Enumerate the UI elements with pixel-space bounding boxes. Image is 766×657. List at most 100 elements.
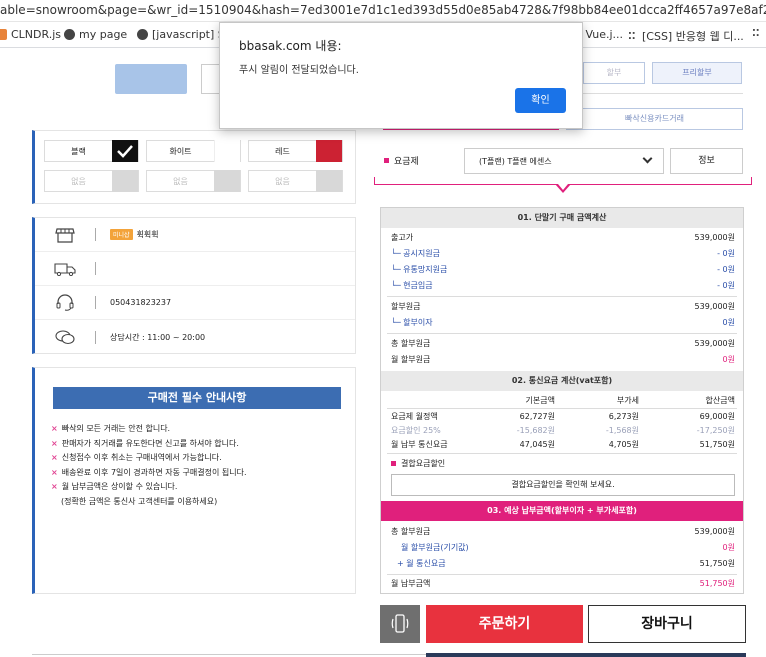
top-blue-button[interactable] <box>115 64 187 94</box>
color-label: 화이트 <box>169 146 192 156</box>
row-key: 월 할부원금(기기값) <box>401 542 469 552</box>
row-value: 539,000원 <box>694 338 735 348</box>
row-key: 총 할부원금 <box>391 338 431 348</box>
row-cash-deposit: └─ 현금입금 - 0원 <box>391 278 735 292</box>
dialog-ok-button[interactable]: 확인 <box>515 88 566 113</box>
separator <box>95 330 96 344</box>
row-monthly-principal: 월 할부원금 0원 <box>391 352 735 366</box>
seller-hours-row: 상담시간 : 11:00 ~ 20:00 <box>35 320 355 354</box>
notice-item: × 신청접수 이후 취소는 구매내역에서 가능합니다. <box>51 451 247 466</box>
store-icon <box>35 227 95 243</box>
fee-cell: -15,682원 <box>516 426 555 435</box>
dialog-message: 푸시 알림이 전달되었습니다. <box>239 65 359 76</box>
fee-cell: 월 납부 통신요금 <box>391 440 448 449</box>
row-value: 539,000원 <box>694 301 735 311</box>
color-label: 블랙 <box>71 146 86 156</box>
bookmark-css[interactable]: ⁚⁚ [CSS] 반응형 웹 디... <box>628 28 744 44</box>
color-swatch <box>316 140 342 162</box>
row-monthly-fee: + 월 통신요금 51,750원 <box>391 556 735 570</box>
color-label: 없음 <box>71 176 86 186</box>
color-option-black[interactable]: 블랙 <box>44 140 139 162</box>
tab-lump-sum[interactable]: 프리할부 <box>652 62 742 84</box>
section-fee-title: 02. 통신요금 계산(vat포함) <box>381 371 743 391</box>
phone-icon <box>391 614 409 633</box>
bookmark-label: CLNDR.js <box>11 28 62 41</box>
row-value: 51,750원 <box>699 558 735 568</box>
dots-icon: ⁚⁚ <box>628 30 636 42</box>
color-swatch <box>316 170 342 192</box>
bookmark-label: my page <box>79 28 128 41</box>
github-icon <box>64 29 75 40</box>
price-calculator: 01. 단말기 구매 금액계산 출고가 539,000원 └─ 공시지원금 - … <box>380 207 744 594</box>
chat-bubble-icon <box>35 329 95 345</box>
plan-info-button[interactable]: 정보 <box>670 148 743 174</box>
headset-icon <box>35 293 95 312</box>
seller-info-panel: 미니샵 휙휙휙 050431823237 상담시간 : 11:00 ~ 20:0… <box>32 217 356 354</box>
tab-installment[interactable]: 할부 <box>583 62 645 84</box>
bookmark-vue[interactable]: - Vue.j... <box>578 28 623 41</box>
x-mark-icon: × <box>51 424 58 433</box>
fee-header-cell: 기본금액 <box>525 396 555 405</box>
check-icon <box>112 140 138 162</box>
bookmark-icon <box>0 29 7 40</box>
separator <box>95 228 96 241</box>
fee-row: 요금할인 25% -15,682원 -1,568원 -17,250원 <box>391 423 735 437</box>
notice-title: 구매전 필수 안내사항 <box>53 387 341 409</box>
plan-label: 요금제 <box>384 154 419 167</box>
plan-select[interactable]: (T플랜) T플랜 에센스 <box>464 148 664 174</box>
section-expected-payment-title: 03. 예상 납부금액(할부이자 + 부가세포함) <box>381 501 743 521</box>
notice-item: × 월 납부금액은 상이할 수 있습니다. <box>51 480 247 495</box>
plan-label-text: 요금제 <box>394 157 419 167</box>
combo-discount-button[interactable]: 결합요금할인을 확인해 보세요. <box>391 474 735 496</box>
notice-text: 빠삭의 모든 거래는 안전 합니다. <box>61 424 171 433</box>
row-key: └─ 현금입금 <box>391 280 433 290</box>
phone-button[interactable] <box>380 605 420 643</box>
row-installment-principal: 할부원금 539,000원 <box>391 299 735 313</box>
truck-icon <box>35 262 95 276</box>
minishop-badge: 미니샵 <box>110 229 133 240</box>
address-bar[interactable]: able=snowroom&page=&wr_id=1510904&hash=7… <box>0 0 766 22</box>
fee-header-row: 기본금액 부가세 합산금액 <box>391 393 735 407</box>
fee-row: 월 납부 통신요금 47,045원 4,705원 51,750원 <box>391 437 735 451</box>
color-option-red[interactable]: 레드 <box>248 140 343 162</box>
fee-cell: 4,705원 <box>608 440 639 449</box>
chevron-down-icon <box>642 153 653 164</box>
bullet-icon <box>391 461 396 466</box>
bookmark-more[interactable]: ⁚⁚ <box>752 28 762 39</box>
order-button[interactable]: 주문하기 <box>426 605 583 643</box>
notice-text: 월 납부금액은 상이할 수 있습니다. <box>61 482 178 491</box>
color-option-white[interactable]: 화이트 <box>146 140 241 162</box>
row-key: 할부원금 <box>391 301 421 311</box>
seller-shop-row: 미니샵 휙휙휙 <box>35 218 355 252</box>
row-value: 51,750원 <box>699 578 735 588</box>
tab-card[interactable]: 빠삭신용카드거래 <box>566 108 743 130</box>
row-release-price: 출고가 539,000원 <box>391 230 735 244</box>
cart-button[interactable]: 장바구니 <box>588 605 746 643</box>
fee-cell: 69,000원 <box>699 412 735 421</box>
row-key: └─ 유통망지원금 <box>391 264 448 274</box>
row-value: 0원 <box>722 354 735 364</box>
x-mark-icon: × <box>51 453 58 462</box>
dialog-ok-label: 확인 <box>531 95 550 106</box>
combo-discount-text: 결합요금할인 <box>401 459 446 468</box>
row-installment-interest: └─ 할부이자 0원 <box>391 315 735 329</box>
bookmark-my-page[interactable]: my page <box>64 28 127 41</box>
row-value: - 0원 <box>717 280 735 290</box>
plan-selected-value: (T플랜) T플랜 에센스 <box>479 156 552 166</box>
fee-cell: 요금할인 25% <box>391 426 441 435</box>
row-total-principal: 총 할부원금 539,000원 <box>391 336 735 350</box>
tab-label: 할부 <box>606 68 622 77</box>
notice-item: × 배송완료 이후 7일이 경과하면 자동 구매결정이 됩니다. <box>51 466 247 481</box>
page: able=snowroom&page=&wr_id=1510904&hash=7… <box>0 0 766 657</box>
order-button-label: 주문하기 <box>478 616 531 632</box>
row-total-principal-2: 총 할부원금 539,000원 <box>391 524 735 538</box>
top-outline-button[interactable] <box>201 64 219 94</box>
shop-info[interactable]: 미니샵 휙휙휙 <box>110 229 159 240</box>
seller-phone[interactable]: 050431823237 <box>110 298 171 307</box>
fee-cell: 47,045원 <box>519 440 555 449</box>
divider <box>387 574 737 575</box>
x-mark-icon: × <box>51 438 58 448</box>
notice-footnote: (정확한 금액은 통신사 고객센터를 이용하세요) <box>51 495 247 510</box>
bookmark-clndr[interactable]: CLNDR.js <box>0 28 61 41</box>
row-monthly-device: 월 할부원금(기기값) 0원 <box>391 540 735 554</box>
